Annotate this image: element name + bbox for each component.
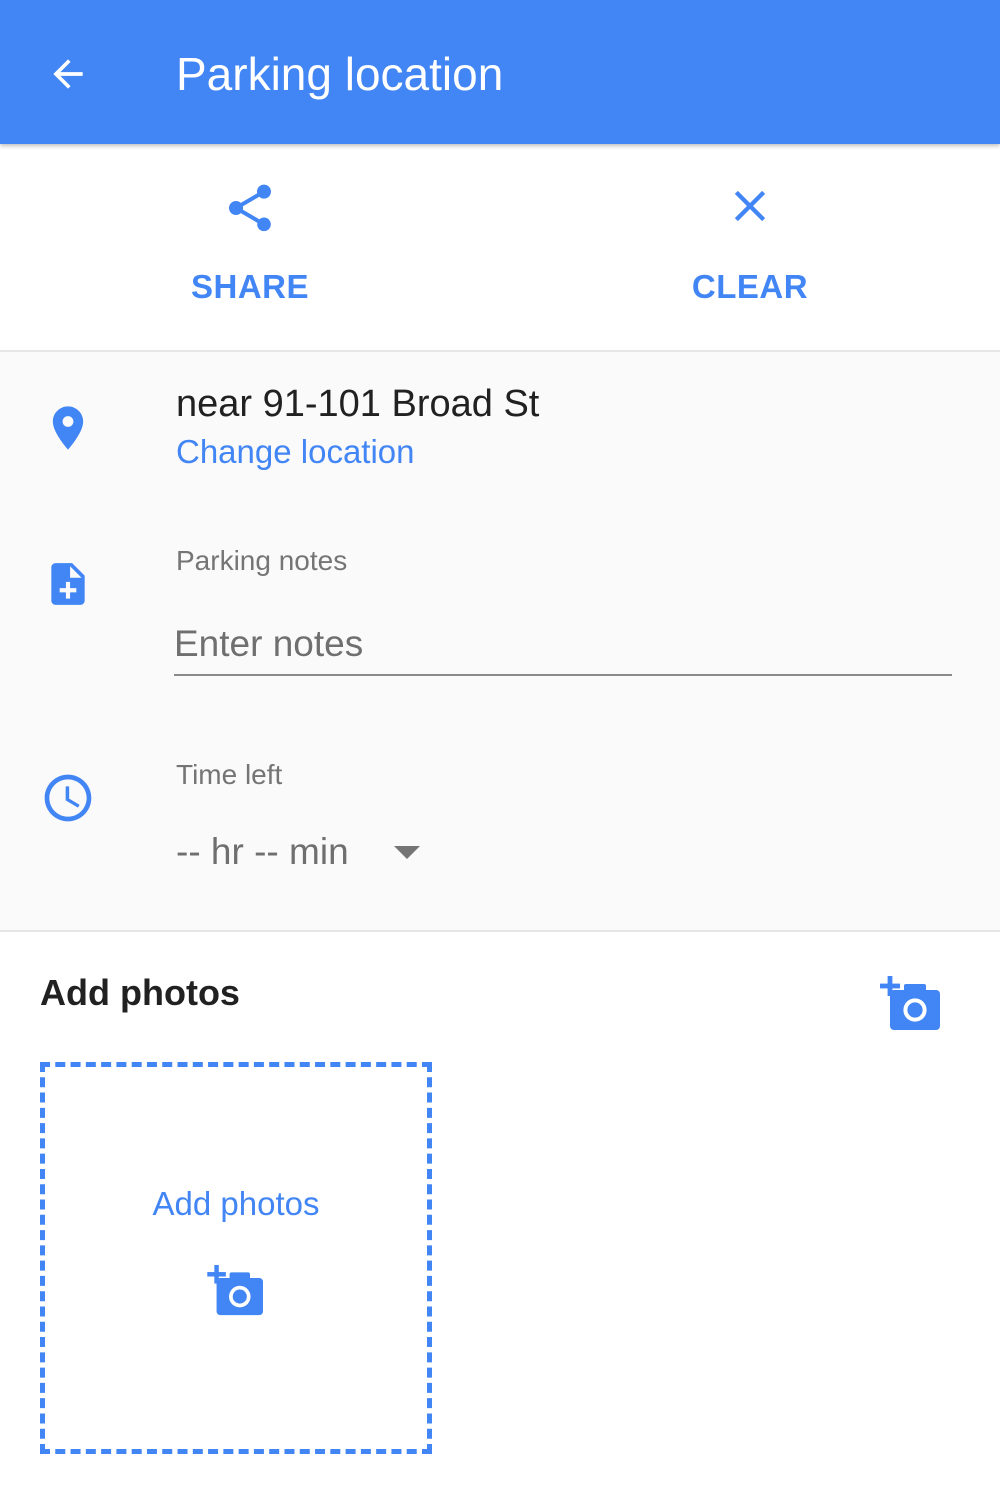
page-title: Parking location	[176, 48, 504, 100]
clear-button[interactable]: CLEAR	[500, 144, 1000, 350]
notes-row-icon	[36, 552, 100, 616]
add-photos-heading: Add photos	[40, 972, 240, 1013]
parking-address: near 91-101 Broad St	[176, 383, 540, 425]
time-row-icon	[36, 766, 100, 830]
notes-label: Parking notes	[176, 545, 348, 576]
close-icon	[734, 190, 766, 222]
add-photo-icon	[880, 976, 940, 1030]
time-left-value: -- hr -- min	[176, 831, 349, 872]
share-label: SHARE	[190, 268, 310, 305]
app-bar: Parking location	[0, 0, 1000, 144]
change-location-link[interactable]: Change location	[176, 432, 415, 472]
arrow-back-icon	[53, 59, 83, 89]
clock-icon	[44, 774, 92, 822]
notes-input[interactable]	[174, 614, 952, 676]
add-photo-button[interactable]	[880, 976, 944, 1032]
action-bar: SHARE CLEAR	[0, 144, 1000, 352]
share-button[interactable]: SHARE	[0, 144, 500, 350]
add-photos-dropzone[interactable]: Add photos	[40, 1062, 432, 1454]
parking-details: near 91-101 Broad St Change location Par…	[0, 352, 1000, 932]
time-left-dropdown[interactable]: -- hr -- min	[176, 826, 426, 878]
share-icon	[229, 184, 271, 232]
note-add-icon	[51, 563, 85, 605]
time-left-label: Time left	[176, 759, 283, 790]
location-row-icon	[36, 396, 100, 460]
add-photo-icon	[207, 1265, 263, 1316]
caret-down-icon	[394, 846, 420, 859]
back-button[interactable]	[36, 44, 100, 104]
location-pin-icon	[52, 406, 84, 450]
dropzone-label: Add photos	[152, 1185, 320, 1222]
clear-label: CLEAR	[691, 268, 809, 305]
